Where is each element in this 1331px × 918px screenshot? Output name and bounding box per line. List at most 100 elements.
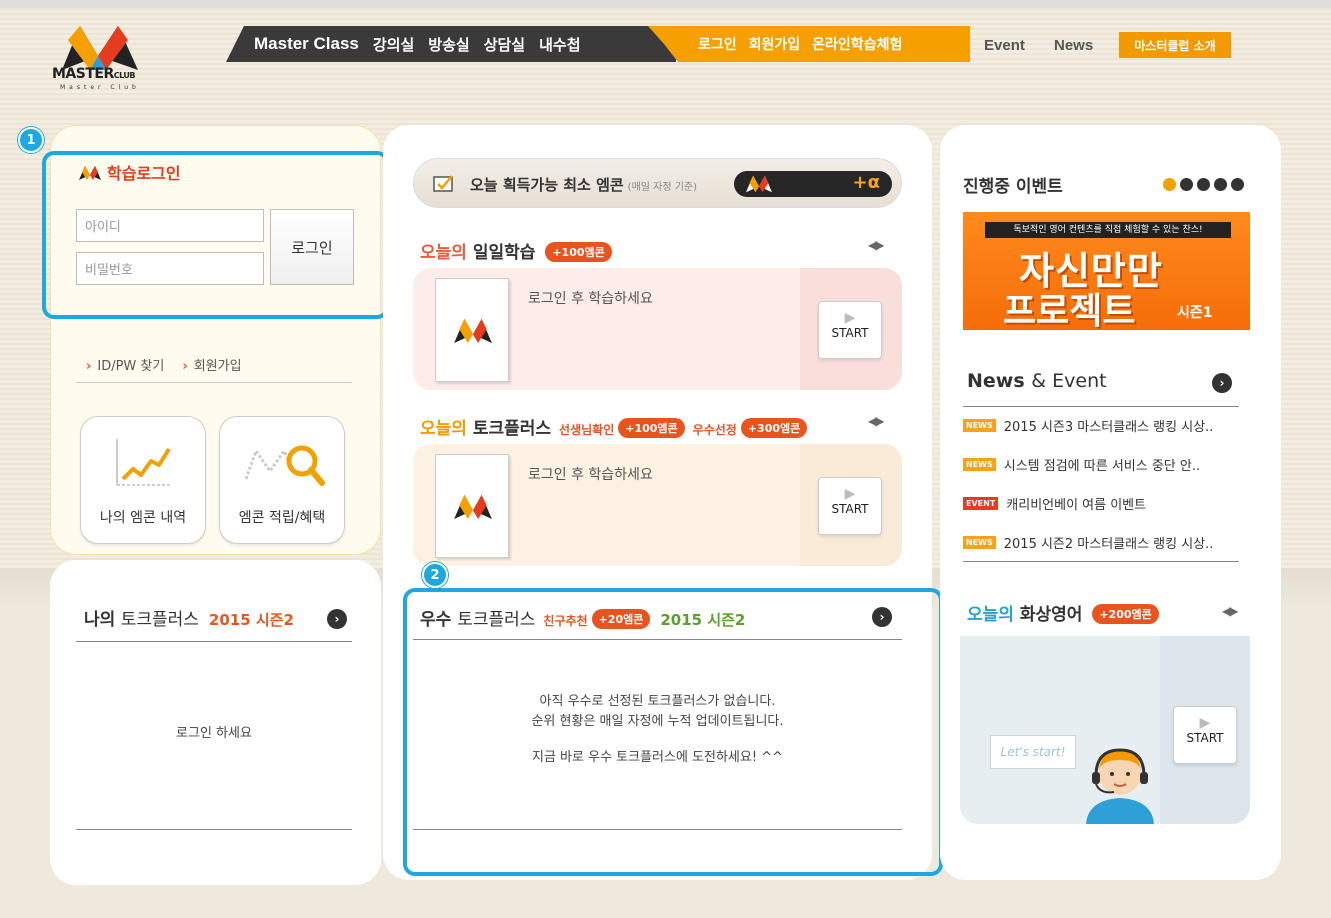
news-tag: NEWS <box>963 536 996 549</box>
video-english-card: Let's start! ▶ START <box>960 636 1250 824</box>
arrow-right-icon[interactable]: ▶ <box>1229 604 1238 618</box>
login-required-message: 로그인 하세요 <box>176 726 252 741</box>
logo-mark-icon <box>454 495 492 519</box>
news-tag: NEWS <box>963 458 996 471</box>
my-talkplus-more-button[interactable]: › <box>327 609 347 629</box>
video-prefix: 오늘의 <box>967 605 1014 625</box>
checkbox-icon <box>433 175 453 192</box>
video-english-title: 오늘의 화상영어 +200엠콘 <box>967 600 1159 625</box>
news-title-a: News <box>967 370 1025 392</box>
daily-nav-arrows[interactable]: ◀▶ <box>868 238 885 252</box>
logo-main: MASTER <box>52 66 114 82</box>
arrow-right-icon[interactable]: ▶ <box>875 414 884 428</box>
chevron-right-icon: › <box>334 612 340 626</box>
daily-thumbnail <box>435 278 509 382</box>
nav-login[interactable]: 로그인 <box>698 34 737 54</box>
my-elcon-history-button[interactable]: 나의 엠콘 내역 <box>80 416 206 544</box>
news-text: 2015 시즌2 마스터클래스 랭킹 시상.. <box>1003 537 1214 552</box>
pager-dot[interactable] <box>1197 178 1210 191</box>
elcon-pill: +α <box>734 171 892 197</box>
chevron-right-icon: › <box>182 359 188 374</box>
logo-sub: Master Club <box>60 84 140 91</box>
elcon-note: (매일 자정 기준) <box>627 182 698 193</box>
talkplus-thumbnail <box>435 454 509 558</box>
member-nav: 로그인 회원가입 온라인학습체험 <box>648 26 970 62</box>
start-label: START <box>1186 731 1224 745</box>
join-link[interactable]: › 회원가입 <box>182 355 241 374</box>
nav-trial[interactable]: 온라인학습체험 <box>812 34 902 54</box>
join-label: 회원가입 <box>193 359 242 374</box>
news-event-title: News & Event <box>967 370 1107 392</box>
nav-master-class[interactable]: Master Class <box>254 34 359 54</box>
banner-strip: 독보적인 영어 컨텐츠를 직접 체험할 수 있는 찬스! <box>985 222 1231 238</box>
elcon-benefit-label: 엠콘 적립/혜택 <box>238 510 326 526</box>
video-title-text: 화상영어 <box>1019 605 1083 625</box>
highlight-login <box>42 151 389 319</box>
news-tag: NEWS <box>963 419 996 432</box>
elcon-alpha: +α <box>852 172 880 193</box>
news-item[interactable]: NEWS 2015 시즌2 마스터클래스 랭킹 시상.. <box>963 523 1239 562</box>
talkplus-start-button[interactable]: ▶ START <box>818 477 882 535</box>
talkplus-study-card: 로그인 후 학습하세요 ▶ START <box>413 444 902 566</box>
pager-dot[interactable] <box>1163 178 1176 191</box>
tutor-headset-icon <box>1086 748 1154 824</box>
talk-badge-teacher: +100엠콘 <box>618 418 685 438</box>
daily-study-card: 로그인 후 학습하세요 ▶ START <box>413 268 902 390</box>
play-icon: ▶ <box>844 310 856 326</box>
play-icon: ▶ <box>844 486 856 502</box>
news-text: 시스템 점검에 따른 서비스 중단 안.. <box>1003 459 1201 474</box>
my-talkplus-season: 2015 시즌2 <box>208 611 294 629</box>
news-text: 캐리비언베이 여름 이벤트 <box>1006 498 1147 513</box>
talkplus-study-message: 로그인 후 학습하세요 <box>528 467 653 483</box>
talk-nav-arrows[interactable]: ◀▶ <box>868 414 885 428</box>
divider <box>76 382 352 383</box>
video-start-button[interactable]: ▶ START <box>1173 706 1237 764</box>
news-list: NEWS 2015 시즌3 마스터클래스 랭킹 시상.. NEWS 시스템 점검에 … <box>963 406 1239 562</box>
my-talkplus-title-bold: 나의 <box>84 610 116 630</box>
nav-broadcast[interactable]: 방송실 <box>428 34 469 55</box>
daily-title: 일일학습 <box>472 243 536 263</box>
talk-note-best: 우수선정 <box>692 423 737 437</box>
video-nav-arrows[interactable]: ◀▶ <box>1222 604 1239 618</box>
daily-start-button[interactable]: ▶ START <box>818 301 882 359</box>
find-idpw-link[interactable]: › ID/PW 찾기 <box>86 355 164 374</box>
banner-title-2: 프로젝트 <box>1003 291 1136 330</box>
event-banner[interactable]: 독보적인 영어 컨텐츠를 직접 체험할 수 있는 찬스! 자신만만 프로젝트 시… <box>963 212 1250 330</box>
nav-club-intro[interactable]: 마스터클럽 소개 <box>1119 32 1231 58</box>
nav-news[interactable]: News <box>1054 37 1093 54</box>
start-label: START <box>831 502 869 516</box>
pager-dot[interactable] <box>1214 178 1227 191</box>
event-pager[interactable] <box>1163 178 1244 191</box>
news-text: 2015 시즌3 마스터클래스 랭킹 시상.. <box>1003 420 1214 435</box>
nav-event[interactable]: Event <box>984 37 1025 54</box>
news-item[interactable]: NEWS 시스템 점검에 따른 서비스 중단 안.. <box>963 445 1239 484</box>
my-talkplus-title-text: 토크플러스 <box>120 610 199 630</box>
lets-start-bubble: Let's start! <box>990 735 1076 769</box>
start-label: START <box>831 326 869 340</box>
nav-counsel[interactable]: 상담실 <box>484 34 525 55</box>
nav-notebook[interactable]: 내수첩 <box>539 34 580 55</box>
my-talkplus-title: 나의 토크플러스 2015 시즌2 <box>84 605 294 630</box>
banner-season: 시즌1 <box>1177 305 1213 321</box>
logo-mark-icon <box>454 319 492 343</box>
nav-join[interactable]: 회원가입 <box>749 34 801 54</box>
my-elcon-history-label: 나의 엠콘 내역 <box>99 510 187 526</box>
pager-dot[interactable] <box>1180 178 1193 191</box>
elcon-benefit-button[interactable]: 엠콘 적립/혜택 <box>219 416 345 544</box>
chart-trend-icon <box>116 439 171 486</box>
news-title-b: & Event <box>1031 370 1107 392</box>
elcon-summary-bar: 오늘 획득가능 최소 엠콘 (매일 자정 기준) +α <box>413 158 902 208</box>
daily-study-title: 오늘의 일일학습 +100엠콘 <box>420 238 612 263</box>
divider <box>963 561 1239 562</box>
news-item[interactable]: EVENT 캐리비언베이 여름 이벤트 <box>963 484 1239 523</box>
daily-study-message: 로그인 후 학습하세요 <box>528 291 653 307</box>
arrow-right-icon[interactable]: ▶ <box>875 238 884 252</box>
search-magnifier-icon <box>244 445 325 486</box>
pager-dot[interactable] <box>1231 178 1244 191</box>
nav-classroom[interactable]: 강의실 <box>373 34 414 55</box>
event-title: 진행중 이벤트 <box>963 177 1063 197</box>
daily-prefix: 오늘의 <box>420 243 467 263</box>
main-nav: Master Class 강의실 방송실 상담실 내수첩 <box>226 26 676 62</box>
news-more-button[interactable]: › <box>1212 373 1232 393</box>
news-item[interactable]: NEWS 2015 시즌3 마스터클래스 랭킹 시상.. <box>963 406 1239 445</box>
